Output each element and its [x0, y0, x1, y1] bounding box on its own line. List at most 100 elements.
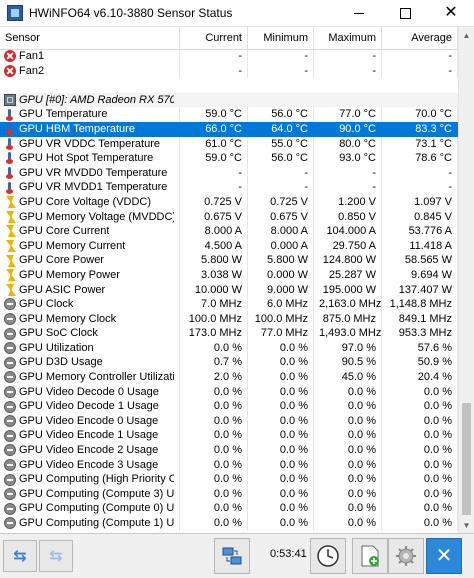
table-row[interactable]: GPU Video Encode 3 Usage 0.0 % 0.0 % 0.0 % 0…: [0, 457, 458, 473]
current-value: 8.000 A: [180, 224, 248, 239]
minimum-value: 0.725 V: [248, 194, 314, 210]
minimum-value: 6.0 MHz: [248, 297, 314, 312]
table-row[interactable]: GPU Core Power 5.800 W 5.800 W 124.800 W 58.…: [0, 253, 458, 268]
network-button[interactable]: [214, 538, 250, 574]
minimum-value: 0.0 %: [248, 355, 314, 371]
table-row[interactable]: Fan1- - - -: [0, 49, 458, 64]
table-row[interactable]: GPU VR MVDD1 Temperature - - - -: [0, 180, 458, 195]
minimum-value: 56.0 °C: [248, 151, 314, 166]
minimum-value: 8.000 A: [248, 224, 314, 239]
column-header-minimum[interactable]: Minimum: [248, 27, 314, 49]
gauge-icon: [4, 444, 16, 457]
current-value: 0.0 %: [180, 457, 248, 473]
sensor-label: GPU Memory Voltage (MVDDC): [19, 210, 174, 223]
thermometer-icon: [4, 137, 16, 150]
current-value: -: [180, 49, 248, 64]
table-row[interactable]: GPU Computing (Compute 3) Usage0.0 %0.0 …: [0, 486, 458, 502]
average-value: 0.0 %: [382, 472, 458, 487]
thermometer-icon: [4, 123, 16, 136]
table-row[interactable]: GPU VR MVDD0 Temperature - - - -: [0, 165, 458, 181]
maximum-value: 29.750 A: [314, 238, 382, 254]
minimum-value: 56.0 °C: [248, 107, 314, 122]
column-header-sensor[interactable]: Sensor: [0, 27, 180, 49]
maximum-value: 195.000 W: [314, 282, 382, 298]
sensor-label: GPU D3D Usage: [19, 356, 103, 369]
maximum-value: 0.0 %: [314, 384, 382, 400]
maximum-value: 0.0 %: [314, 516, 382, 531]
current-value: 0.0 %: [180, 443, 248, 458]
sensor-label: GPU VR MVDD0 Temperature: [19, 166, 168, 179]
table-row[interactable]: GPU Video Encode 2 Usage 0.0 % 0.0 % 0.0 % 0…: [0, 443, 458, 458]
close-icon: ✕: [444, 4, 458, 21]
table-row[interactable]: GPU HBM Temperature 66.0 °C 64.0 °C 90.0 °C…: [0, 121, 458, 137]
table-row[interactable]: GPU Clock 7.0 MHz 6.0 MHz 2,163.0 MHz 1,148.…: [0, 297, 458, 312]
table-row[interactable]: GPU VR VDDC Temperature 61.0 °C 55.0 °C 80.…: [0, 136, 458, 152]
maximum-value: 0.0 %: [314, 486, 382, 502]
current-value: 0.0 %: [180, 384, 248, 400]
average-value: -: [382, 63, 458, 79]
table-row[interactable]: GPU Core Current 8.000 A 8.000 A 104.000 A5…: [0, 224, 458, 239]
table-row[interactable]: GPU Video Decode 1 Usage 0.0 % 0.0 % 0.0 % 0…: [0, 399, 458, 414]
current-value: 0.0 %: [180, 340, 248, 356]
settings-button[interactable]: [388, 538, 424, 574]
column-header-current[interactable]: Current: [180, 27, 248, 49]
maximize-button[interactable]: [382, 0, 428, 26]
table-row[interactable]: GPU D3D Usage 0.7 % 0.0 % 90.5 % 50.9 %: [0, 355, 458, 371]
gauge-icon: [4, 356, 16, 369]
scrollbar-thumb[interactable]: [462, 403, 471, 515]
table-row[interactable]: Fan2- - - -: [0, 63, 458, 79]
table-row[interactable]: GPU SoC Clock 173.0 MHz 77.0 MHz 1,493.0 MH…: [0, 326, 458, 341]
current-value: 5.800 W: [180, 253, 248, 268]
thermometer-icon: [4, 181, 16, 194]
table-row[interactable]: GPU Computing (Compute 0) Usage0.0 %0.0 …: [0, 501, 458, 516]
minimum-value: 100.0 MHz: [248, 311, 314, 327]
sensor-label: GPU Video Decode 1 Usage: [19, 400, 159, 413]
navigate-left-right-button[interactable]: ⇆: [3, 540, 37, 572]
table-row[interactable]: GPU Memory Controller Utilization 2.0 % 0.…: [0, 370, 458, 385]
minimum-value: -: [248, 63, 314, 79]
average-value: 849.1 MHz: [382, 311, 458, 327]
sensor-name-cell: GPU ASIC Power: [0, 282, 180, 298]
vertical-scrollbar[interactable]: ▲ ▼: [458, 27, 474, 533]
scroll-up-icon[interactable]: ▲: [459, 27, 474, 43]
table-row[interactable]: GPU Core Voltage (VDDC) 0.725 V 0.725 V 1.2…: [0, 194, 458, 210]
table-row[interactable]: GPU Memory Clock 100.0 MHz 100.0 MHz 875.0 …: [0, 311, 458, 327]
sensor-name-cell: GPU D3D Usage: [0, 355, 180, 371]
scroll-down-icon[interactable]: ▼: [459, 517, 474, 533]
sensor-label: GPU VR MVDD1 Temperature: [19, 181, 168, 194]
column-header-maximum[interactable]: Maximum: [314, 27, 382, 49]
table-row[interactable]: GPU Memory Voltage (MVDDC) 0.675 V 0.675 V…: [0, 209, 458, 225]
close-sensors-button[interactable]: ✕: [426, 538, 462, 574]
table-row[interactable]: GPU Computing (High Priority Comp... 0.0 …: [0, 472, 458, 487]
table-row[interactable]: GPU Hot Spot Temperature 59.0 °C 56.0 °C 93…: [0, 151, 458, 166]
table-row[interactable]: GPU Utilization 0.0 % 0.0 % 97.0 % 57.6 %: [0, 340, 458, 356]
table-row[interactable]: GPU Video Decode 0 Usage 0.0 % 0.0 % 0.0 % 0…: [0, 384, 458, 400]
reset-clock-button[interactable]: [310, 538, 346, 574]
average-value: 83.3 °C: [382, 121, 458, 137]
minimum-value: [248, 93, 314, 108]
logging-button[interactable]: [352, 538, 388, 574]
maximum-value: 0.0 %: [314, 457, 382, 473]
current-value: 0.0 %: [180, 428, 248, 444]
table-row[interactable]: GPU Computing (Compute 1) Usage0.0 %0.0 …: [0, 516, 458, 531]
sensor-label: Fan2: [19, 64, 45, 77]
table-row[interactable]: GPU Memory Current 4.500 A 0.000 A 29.750 A…: [0, 238, 458, 254]
close-button[interactable]: ✕: [428, 0, 474, 26]
column-header-average[interactable]: Average: [382, 27, 458, 49]
table-row[interactable]: GPU Video Encode 1 Usage 0.0 % 0.0 % 0.0 % 0…: [0, 428, 458, 444]
sensor-label: GPU ASIC Power: [19, 283, 106, 296]
minimize-button[interactable]: [336, 0, 382, 26]
sensor-label: GPU Memory Controller Utilization: [19, 371, 174, 384]
navigate-disabled-button[interactable]: ⇆: [39, 540, 73, 572]
average-value: 58.565 W: [382, 253, 458, 268]
sensor-group-header[interactable]: GPU [#0]: AMD Radeon RX 5700 XT:: [0, 92, 458, 108]
table-row[interactable]: GPU Video Encode 0 Usage 0.0 % 0.0 % 0.0 % 0…: [0, 413, 458, 429]
clock-icon: [317, 545, 339, 567]
table-row[interactable]: GPU Memory Power 3.038 W 0.000 W 25.287 W 9.…: [0, 267, 458, 283]
current-value: 0.0 %: [180, 501, 248, 516]
table-row[interactable]: GPU Temperature 59.0 °C 56.0 °C 77.0 °C 70.0…: [0, 107, 458, 122]
close-x-icon: ✕: [435, 545, 453, 567]
sensor-name-cell: GPU Memory Clock: [0, 311, 180, 327]
table-row[interactable]: GPU ASIC Power 10.000 W 9.000 W 195.000 W 13…: [0, 282, 458, 298]
minimum-value: 0.0 %: [248, 443, 314, 458]
